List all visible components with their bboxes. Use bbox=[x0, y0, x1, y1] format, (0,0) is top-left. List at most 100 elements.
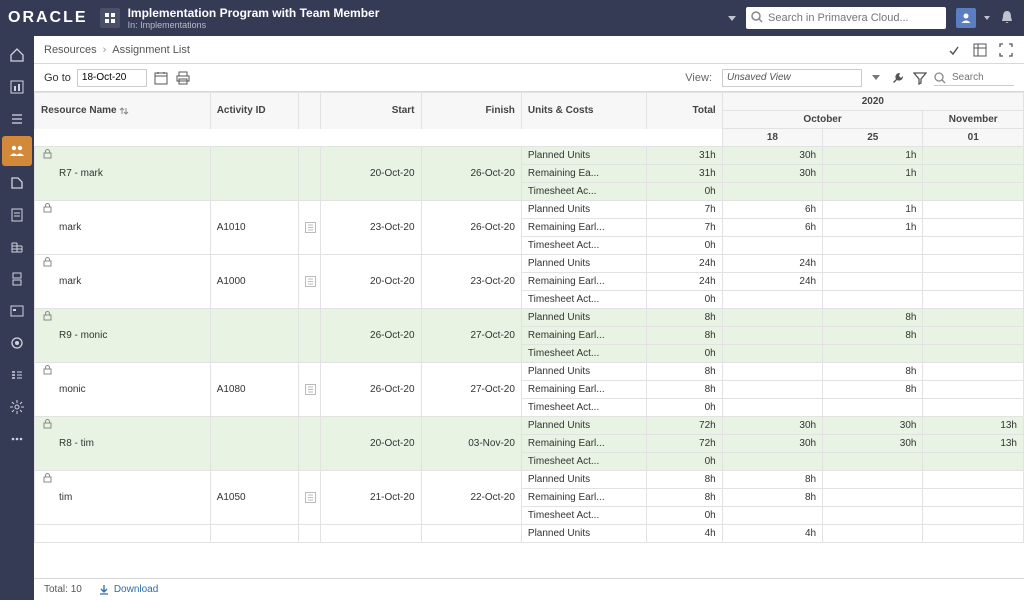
cell-resource-name[interactable]: mark bbox=[35, 201, 211, 255]
col-day-01: 01 bbox=[923, 129, 1024, 147]
print-icon[interactable] bbox=[175, 70, 191, 86]
cell-activity-id[interactable] bbox=[210, 525, 298, 543]
cell-period bbox=[923, 255, 1024, 273]
sidebar-item-tasks[interactable] bbox=[2, 360, 32, 390]
breadcrumb-assignment-list[interactable]: Assignment List bbox=[112, 44, 190, 56]
context-dropdown-icon[interactable] bbox=[728, 16, 736, 21]
cell-metric: Planned Units bbox=[521, 363, 647, 381]
notifications-icon[interactable] bbox=[998, 9, 1016, 27]
table-row[interactable]: Planned Units4h4h bbox=[35, 525, 1024, 543]
sidebar-item-cost[interactable] bbox=[2, 232, 32, 262]
cell-expand[interactable] bbox=[298, 147, 321, 201]
cell-expand[interactable] bbox=[298, 525, 321, 543]
cell-total: 8h bbox=[647, 489, 722, 507]
cell-finish[interactable]: 22-Oct-20 bbox=[421, 471, 521, 525]
cell-period bbox=[722, 237, 822, 255]
cell-resource-name[interactable]: monic bbox=[35, 363, 211, 417]
table-row[interactable]: timA105021-Oct-2022-Oct-20Planned Units8… bbox=[35, 471, 1024, 489]
global-search-input[interactable] bbox=[746, 7, 946, 29]
cell-finish[interactable]: 03-Nov-20 bbox=[421, 417, 521, 471]
cell-start[interactable]: 21-Oct-20 bbox=[321, 471, 421, 525]
filter-icon[interactable] bbox=[912, 70, 928, 86]
fullscreen-icon[interactable] bbox=[998, 42, 1014, 58]
cell-period: 4h bbox=[722, 525, 822, 543]
table-row[interactable]: monicA108026-Oct-2027-Oct-20Planned Unit… bbox=[35, 363, 1024, 381]
cell-finish[interactable]: 27-Oct-20 bbox=[421, 309, 521, 363]
cell-finish[interactable]: 26-Oct-20 bbox=[421, 147, 521, 201]
cell-resource-name[interactable]: R8 - tim bbox=[35, 417, 211, 471]
save-icon[interactable] bbox=[946, 42, 962, 58]
cell-expand[interactable] bbox=[298, 471, 321, 525]
view-dropdown-icon[interactable] bbox=[868, 70, 884, 86]
cell-period bbox=[722, 363, 822, 381]
cell-finish[interactable]: 27-Oct-20 bbox=[421, 363, 521, 417]
context-icon[interactable] bbox=[100, 8, 120, 28]
cell-start[interactable]: 26-Oct-20 bbox=[321, 309, 421, 363]
sidebar-item-home[interactable] bbox=[2, 40, 32, 70]
cell-activity-id[interactable] bbox=[210, 147, 298, 201]
cell-resource-name[interactable]: R9 - monic bbox=[35, 309, 211, 363]
wrench-icon[interactable] bbox=[890, 70, 906, 86]
grid-search-input[interactable] bbox=[934, 70, 1014, 86]
goto-date-input[interactable] bbox=[77, 69, 147, 87]
cell-metric: Timesheet Ac... bbox=[521, 183, 647, 201]
avatar-dropdown-icon[interactable] bbox=[984, 16, 990, 20]
cell-expand[interactable] bbox=[298, 255, 321, 309]
calendar-icon[interactable] bbox=[153, 70, 169, 86]
cell-period bbox=[923, 381, 1024, 399]
cell-start[interactable]: 20-Oct-20 bbox=[321, 417, 421, 471]
table-row[interactable]: R8 - tim20-Oct-2003-Nov-20Planned Units7… bbox=[35, 417, 1024, 435]
cell-expand[interactable] bbox=[298, 363, 321, 417]
col-resource-name[interactable]: Resource Name bbox=[35, 93, 211, 129]
sort-icon[interactable] bbox=[119, 106, 129, 116]
cell-resource-name[interactable] bbox=[35, 525, 211, 543]
sidebar-item-more[interactable] bbox=[2, 424, 32, 454]
sidebar-item-activities[interactable] bbox=[2, 104, 32, 134]
table-row[interactable]: markA101023-Oct-2026-Oct-20Planned Units… bbox=[35, 201, 1024, 219]
sidebar-item-settings[interactable] bbox=[2, 392, 32, 422]
cell-finish[interactable]: 23-Oct-20 bbox=[421, 255, 521, 309]
view-select[interactable] bbox=[722, 69, 862, 87]
sidebar-item-files[interactable] bbox=[2, 168, 32, 198]
lock-icon bbox=[43, 365, 52, 375]
col-units-costs[interactable]: Units & Costs bbox=[521, 93, 647, 129]
cell-activity-id[interactable]: A1050 bbox=[210, 471, 298, 525]
col-start[interactable]: Start bbox=[321, 93, 421, 129]
sidebar-item-reports[interactable] bbox=[2, 200, 32, 230]
sidebar-item-schedule[interactable] bbox=[2, 296, 32, 326]
cell-start[interactable]: 20-Oct-20 bbox=[321, 255, 421, 309]
download-link[interactable]: Download bbox=[98, 584, 158, 596]
cell-resource-name[interactable]: tim bbox=[35, 471, 211, 525]
cell-activity-id[interactable]: A1080 bbox=[210, 363, 298, 417]
cell-expand[interactable] bbox=[298, 417, 321, 471]
cell-total: 8h bbox=[647, 363, 722, 381]
cell-start[interactable]: 20-Oct-20 bbox=[321, 147, 421, 201]
cell-resource-name[interactable]: mark bbox=[35, 255, 211, 309]
user-avatar[interactable] bbox=[956, 8, 976, 28]
sidebar-item-resources[interactable] bbox=[2, 136, 32, 166]
grid-settings-icon[interactable] bbox=[972, 42, 988, 58]
table-row[interactable]: R7 - mark20-Oct-2026-Oct-20Planned Units… bbox=[35, 147, 1024, 165]
cell-finish[interactable]: 26-Oct-20 bbox=[421, 201, 521, 255]
sidebar-item-dashboard[interactable] bbox=[2, 72, 32, 102]
cell-expand[interactable] bbox=[298, 309, 321, 363]
cell-expand[interactable] bbox=[298, 201, 321, 255]
cell-activity-id[interactable]: A1010 bbox=[210, 201, 298, 255]
sidebar-item-scope[interactable] bbox=[2, 328, 32, 358]
cell-start[interactable]: 26-Oct-20 bbox=[321, 363, 421, 417]
table-row[interactable]: markA100020-Oct-2023-Oct-20Planned Units… bbox=[35, 255, 1024, 273]
col-total[interactable]: Total bbox=[647, 93, 722, 129]
cell-finish[interactable] bbox=[421, 525, 521, 543]
cell-activity-id[interactable] bbox=[210, 309, 298, 363]
cell-start[interactable] bbox=[321, 525, 421, 543]
breadcrumb-resources[interactable]: Resources bbox=[44, 44, 97, 56]
cell-period: 13h bbox=[923, 435, 1024, 453]
cell-start[interactable]: 23-Oct-20 bbox=[321, 201, 421, 255]
col-finish[interactable]: Finish bbox=[421, 93, 521, 129]
cell-resource-name[interactable]: R7 - mark bbox=[35, 147, 211, 201]
sidebar-item-risk[interactable] bbox=[2, 264, 32, 294]
table-row[interactable]: R9 - monic26-Oct-2027-Oct-20Planned Unit… bbox=[35, 309, 1024, 327]
col-activity-id[interactable]: Activity ID bbox=[210, 93, 298, 129]
cell-activity-id[interactable]: A1000 bbox=[210, 255, 298, 309]
cell-activity-id[interactable] bbox=[210, 417, 298, 471]
